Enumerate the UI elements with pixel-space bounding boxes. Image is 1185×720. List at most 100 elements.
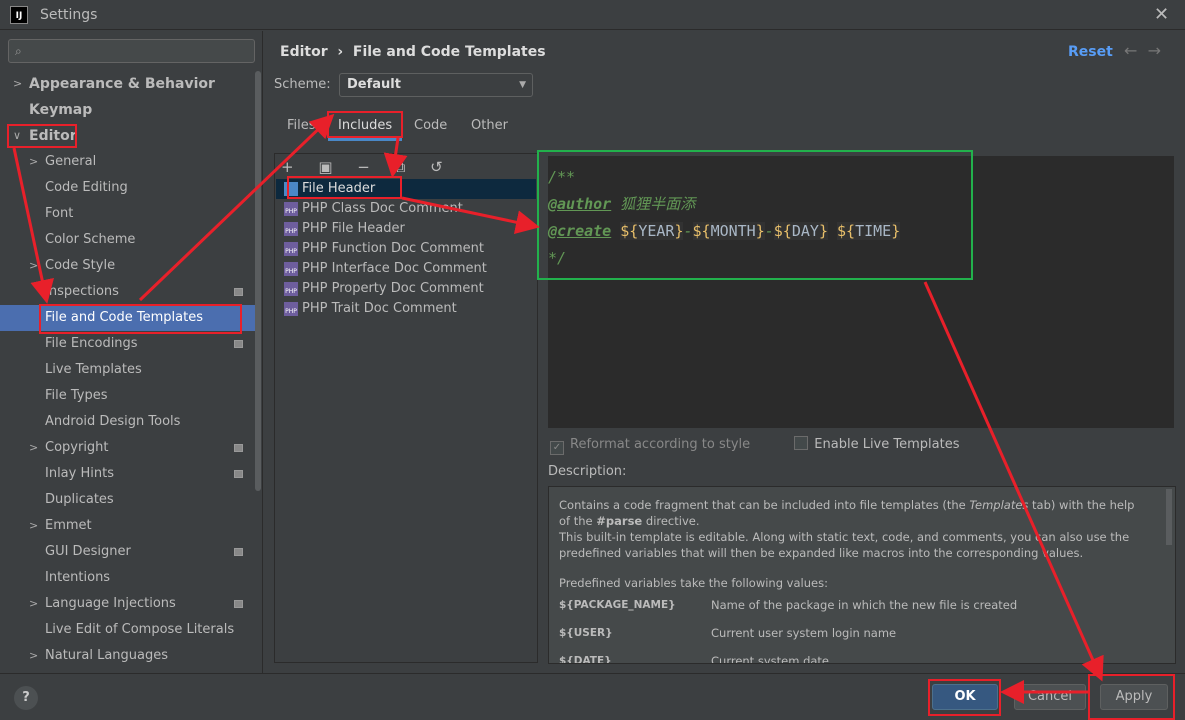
project-settings-icon <box>234 548 243 556</box>
sidebar-item-color-scheme[interactable]: Color Scheme <box>0 227 255 253</box>
sidebar-item-label: File and Code Templates <box>45 310 203 325</box>
php-file-icon: PHP <box>284 262 298 276</box>
sidebar-item-code-style[interactable]: > Code Style <box>0 253 255 279</box>
sidebar-item-file-encodings[interactable]: File Encodings <box>0 331 255 357</box>
template-item[interactable]: PHP PHP Property Doc Comment <box>276 279 536 299</box>
sidebar-item-label: Code Editing <box>45 180 128 195</box>
ok-button[interactable]: OK <box>932 684 998 710</box>
template-item[interactable]: PHP PHP Class Doc Comment <box>276 199 536 219</box>
template-label: PHP Trait Doc Comment <box>302 301 457 316</box>
template-editor[interactable]: /** @author 狐狸半面添 @create ${YEAR}-${MONT… <box>548 156 1174 428</box>
sidebar-item-inlay-hints[interactable]: Inlay Hints <box>0 461 255 487</box>
scheme-dropdown[interactable]: Default ▼ <box>339 73 533 97</box>
sidebar-item-label: File Encodings <box>45 336 138 351</box>
reset-link[interactable]: Reset <box>1068 44 1113 60</box>
live-templates-checkbox[interactable]: Enable Live Templates <box>794 436 959 452</box>
template-item[interactable]: PHP PHP Function Doc Comment <box>276 239 536 259</box>
template-list-panel: + ▣ − ⧉ ↺ File Header PHP PHP Class Doc Co… <box>274 153 538 663</box>
php-file-icon: PHP <box>284 222 298 236</box>
template-item[interactable]: File Header <box>276 179 536 199</box>
sidebar-item-copyright[interactable]: > Copyright <box>0 435 255 461</box>
sidebar-item-label: Inspections <box>45 284 119 299</box>
sidebar-item-language-injections[interactable]: > Language Injections <box>0 591 255 617</box>
chevron-right-icon[interactable]: > <box>13 71 22 97</box>
sidebar-item-inspections[interactable]: Inspections <box>0 279 255 305</box>
chevron-down-icon[interactable]: ∨ <box>13 123 21 149</box>
var-day: DAY <box>791 222 819 240</box>
sidebar-item-label: Intentions <box>45 570 111 585</box>
chevron-right-icon[interactable]: > <box>29 513 38 539</box>
template-label: PHP Property Doc Comment <box>302 281 484 296</box>
var-time: TIME <box>855 222 892 240</box>
sidebar-item-label: Duplicates <box>45 492 114 507</box>
sidebar-item-label: Live Templates <box>45 362 142 377</box>
tab-code[interactable]: Code <box>414 117 447 141</box>
author-tag: @author <box>548 195 612 213</box>
sidebar-item-editor[interactable]: ∨ Editor <box>0 123 255 149</box>
cancel-button[interactable]: Cancel <box>1014 684 1086 710</box>
sidebar-item-label: Inlay Hints <box>45 466 114 481</box>
sidebar-item-natural-languages[interactable]: > Natural Languages <box>0 643 255 669</box>
code-line: /** <box>548 168 576 186</box>
chevron-right-icon[interactable]: > <box>29 643 38 669</box>
chevron-right-icon[interactable]: > <box>29 591 38 617</box>
sidebar-item-emmet[interactable]: > Emmet <box>0 513 255 539</box>
sidebar-item-keymap[interactable]: Keymap <box>0 97 255 123</box>
sidebar-item-live-edit-of-compose-literals[interactable]: Live Edit of Compose Literals <box>0 617 255 643</box>
project-settings-icon <box>234 444 243 452</box>
sidebar-item-gui-designer[interactable]: GUI Designer <box>0 539 255 565</box>
sidebar-item-appearance-behavior[interactable]: > Appearance & Behavior <box>0 71 255 97</box>
reformat-checkbox[interactable]: ✓ Reformat according to style <box>550 437 751 455</box>
desc-paragraph: Predefined variables take the following … <box>559 576 828 590</box>
php-file-icon: PHP <box>284 242 298 256</box>
list-toolbar[interactable]: + ▣ − ⧉ ↺ <box>281 158 453 176</box>
chevron-right-icon[interactable]: > <box>29 149 38 175</box>
sidebar-item-file-and-code-templates[interactable]: File and Code Templates <box>0 305 255 331</box>
sidebar-item-label: Font <box>45 206 74 221</box>
sidebar-item-duplicates[interactable]: Duplicates <box>0 487 255 513</box>
breadcrumb-parent[interactable]: Editor <box>280 44 328 60</box>
sidebar-item-android-design-tools[interactable]: Android Design Tools <box>0 409 255 435</box>
tab-files[interactable]: Files <box>287 117 316 141</box>
variable-name: ${USER} <box>559 627 613 639</box>
chevron-down-icon: ▼ <box>519 80 526 90</box>
sidebar-item-label: Appearance & Behavior <box>29 76 215 92</box>
chevron-right-icon[interactable]: > <box>29 435 38 461</box>
template-item[interactable]: PHP PHP Interface Doc Comment <box>276 259 536 279</box>
close-icon[interactable]: ✕ <box>1154 4 1169 25</box>
chevron-right-icon[interactable]: > <box>29 253 38 279</box>
description-scrollbar[interactable] <box>1166 489 1172 545</box>
template-label: PHP Interface Doc Comment <box>302 261 487 276</box>
reformat-label: Reformat according to style <box>570 437 751 452</box>
sidebar-item-file-types[interactable]: File Types <box>0 383 255 409</box>
app-logo: IJ <box>10 6 28 24</box>
sidebar-item-general[interactable]: > General <box>0 149 255 175</box>
sidebar-item-intentions[interactable]: Intentions <box>0 565 255 591</box>
back-icon[interactable]: ← <box>1124 41 1137 60</box>
scheme-value: Default <box>347 77 401 92</box>
sidebar-item-font[interactable]: Font <box>0 201 255 227</box>
tab-other[interactable]: Other <box>471 117 508 141</box>
template-item[interactable]: PHP PHP File Header <box>276 219 536 239</box>
tab-includes[interactable]: Includes <box>328 117 403 141</box>
forward-icon[interactable]: → <box>1148 41 1161 60</box>
project-settings-icon <box>234 288 243 296</box>
apply-button[interactable]: Apply <box>1100 684 1168 710</box>
code-line: @create ${YEAR}-${MONTH}-${DAY} ${TIME} <box>548 222 901 240</box>
sidebar-item-label: File Types <box>45 388 108 403</box>
sidebar-scrollbar[interactable] <box>255 71 261 491</box>
variable-desc: Name of the package in which the new fil… <box>711 598 1018 612</box>
sidebar-item-label: Editor <box>29 128 77 144</box>
breadcrumb-current: File and Code Templates <box>352 44 546 60</box>
sidebar-item-live-templates[interactable]: Live Templates <box>0 357 255 383</box>
variable-desc: Current user system login name <box>711 626 897 640</box>
template-item[interactable]: PHP PHP Trait Doc Comment <box>276 299 536 319</box>
project-settings-icon <box>234 600 243 608</box>
help-button[interactable]: ? <box>14 686 38 710</box>
template-label: PHP Class Doc Comment <box>302 201 463 216</box>
sidebar-item-code-editing[interactable]: Code Editing <box>0 175 255 201</box>
sidebar-item-label: Language Injections <box>45 596 176 611</box>
search-input[interactable]: ⌕ <box>8 39 255 63</box>
variable-row: ${PACKAGE_NAME} Name of the package in wh… <box>559 597 1145 619</box>
var-month: MONTH <box>710 222 756 240</box>
